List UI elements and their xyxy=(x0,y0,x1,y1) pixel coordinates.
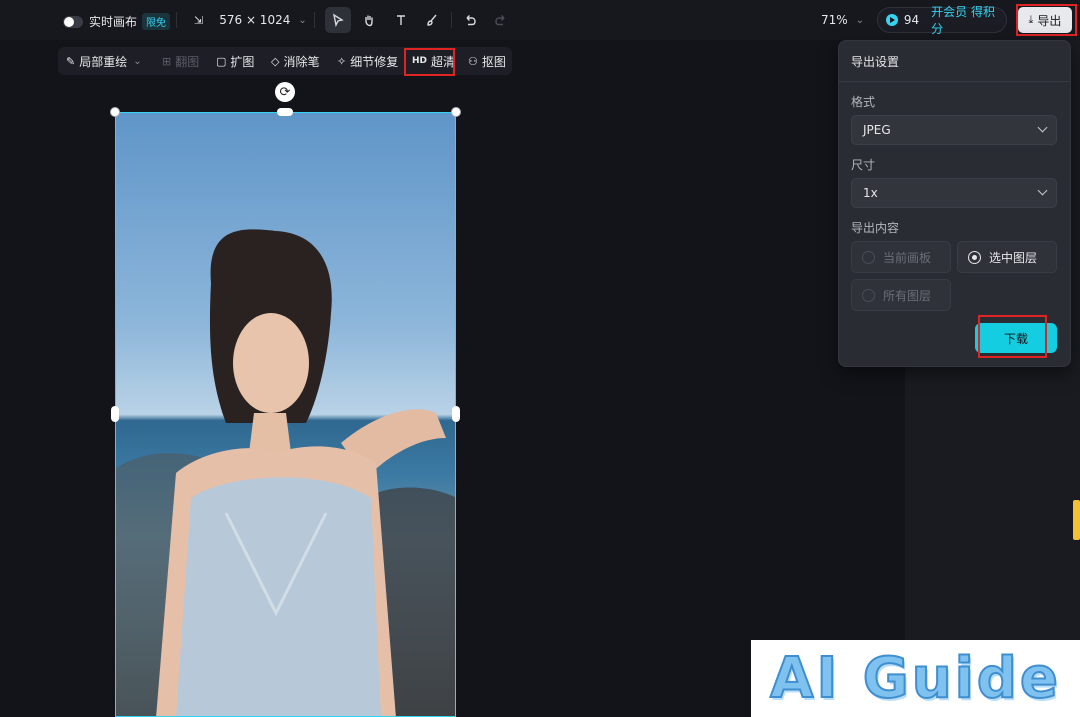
panel-title: 导出设置 xyxy=(851,55,900,69)
select-tool-button[interactable] xyxy=(325,7,351,33)
option-selected-layer[interactable]: 选中图层 xyxy=(957,241,1057,273)
redo-button[interactable] xyxy=(488,7,514,33)
expand-icon: ▢ xyxy=(216,54,227,68)
realtime-canvas-label: 实时画布 xyxy=(89,15,138,29)
divider xyxy=(451,12,452,28)
resize-icon: ⇲ xyxy=(194,13,204,27)
option-all-layers[interactable]: 所有图层 xyxy=(851,279,951,311)
cutout-button[interactable]: ⚇ 抠图 xyxy=(468,47,506,75)
format-label: 格式 xyxy=(851,95,876,109)
undo-button[interactable] xyxy=(457,7,483,33)
radio-button[interactable] xyxy=(862,288,875,302)
resize-handle[interactable] xyxy=(110,107,120,117)
resize-handle[interactable] xyxy=(451,107,461,117)
size-label: 尺寸 xyxy=(851,158,876,172)
membership-link[interactable]: 开会员 得积分 xyxy=(931,3,1006,37)
hand-tool-button[interactable] xyxy=(356,7,382,33)
inpaint-button[interactable]: ✎ 局部重绘 ⌄ xyxy=(66,47,142,75)
detail-repair-button[interactable]: ✧ 细节修复 xyxy=(337,47,398,75)
eraser-label: 消除笔 xyxy=(283,54,320,69)
eraser-button[interactable]: ◇ 消除笔 xyxy=(271,47,319,75)
limited-free-badge: 限免 xyxy=(142,13,171,30)
highlight-box xyxy=(404,48,455,76)
highlight-box xyxy=(978,315,1047,358)
divider xyxy=(176,12,177,28)
brush-icon: ✎ xyxy=(66,54,76,68)
divider xyxy=(314,12,315,28)
option-label: 选中图层 xyxy=(989,250,1038,265)
hand-icon xyxy=(365,15,373,27)
expand-button[interactable]: ▢ 扩图 xyxy=(216,47,254,75)
brush-tool-button[interactable] xyxy=(419,7,445,33)
chevron-down-icon: ⌄ xyxy=(133,55,142,67)
play-icon xyxy=(886,14,898,26)
divider xyxy=(839,81,1070,82)
text-icon xyxy=(397,15,405,25)
option-current-artboard[interactable]: 当前画板 xyxy=(851,241,951,273)
flip-label: 翻图 xyxy=(175,54,200,69)
eraser-icon: ◇ xyxy=(271,54,280,68)
canvas-size-value: 576 × 1024 xyxy=(219,13,291,27)
size-select[interactable]: 1x xyxy=(851,178,1057,208)
expand-label: 扩图 xyxy=(230,54,255,69)
chevron-down-icon: ⌄ xyxy=(855,14,865,26)
flip-button[interactable]: ⊞ 翻图 xyxy=(162,47,199,75)
detail-repair-label: 细节修复 xyxy=(350,54,399,69)
chevron-down-icon: ⌄ xyxy=(298,14,307,26)
zoom-dropdown[interactable]: 71% ⌄ xyxy=(821,13,864,27)
content-label: 导出内容 xyxy=(851,221,900,235)
canvas-image-layer[interactable] xyxy=(115,112,456,717)
format-value: JPEG xyxy=(863,123,891,137)
resize-handle[interactable] xyxy=(111,406,119,422)
photo-subject xyxy=(116,229,455,716)
resize-handle[interactable] xyxy=(277,108,293,116)
repair-icon: ✧ xyxy=(337,54,347,68)
canvas-size-dropdown[interactable]: ⇲ 576 × 1024 ⌄ xyxy=(194,13,307,27)
option-label: 当前画板 xyxy=(883,250,932,265)
cursor-icon xyxy=(332,13,344,27)
cutout-label: 抠图 xyxy=(481,54,506,69)
radio-button[interactable] xyxy=(862,250,875,264)
rotate-handle-icon[interactable]: ⟳ xyxy=(275,82,295,102)
top-toolbar: 实时画布 限免 ⇲ 576 × 1024 ⌄ 71% ⌄ 94 开会员 得积分 … xyxy=(0,0,1080,40)
size-value: 1x xyxy=(863,186,878,200)
realtime-canvas-toggle[interactable]: 实时画布 限免 xyxy=(63,13,171,30)
highlight-box xyxy=(1016,4,1077,36)
zoom-value: 71% xyxy=(821,13,848,27)
resize-handle[interactable] xyxy=(452,406,460,422)
points-count: 94 xyxy=(903,13,920,27)
chevron-down-icon xyxy=(1037,122,1048,133)
scrollbar-thumb[interactable] xyxy=(1073,500,1080,540)
redo-icon xyxy=(495,15,505,26)
toggle-switch[interactable] xyxy=(63,15,83,28)
format-select[interactable]: JPEG xyxy=(851,115,1057,145)
undo-icon xyxy=(466,15,476,26)
brush-icon xyxy=(427,14,437,26)
text-tool-button[interactable] xyxy=(388,7,414,33)
watermark-logo: AI Guide xyxy=(751,640,1080,717)
chevron-down-icon xyxy=(1037,185,1048,196)
radio-button[interactable] xyxy=(968,250,981,264)
points-membership-pill[interactable]: 94 开会员 得积分 xyxy=(877,5,1007,36)
flip-icon: ⊞ xyxy=(162,54,172,68)
inpaint-label: 局部重绘 xyxy=(79,54,128,69)
option-label: 所有图层 xyxy=(883,288,932,303)
cutout-icon: ⚇ xyxy=(468,54,478,68)
